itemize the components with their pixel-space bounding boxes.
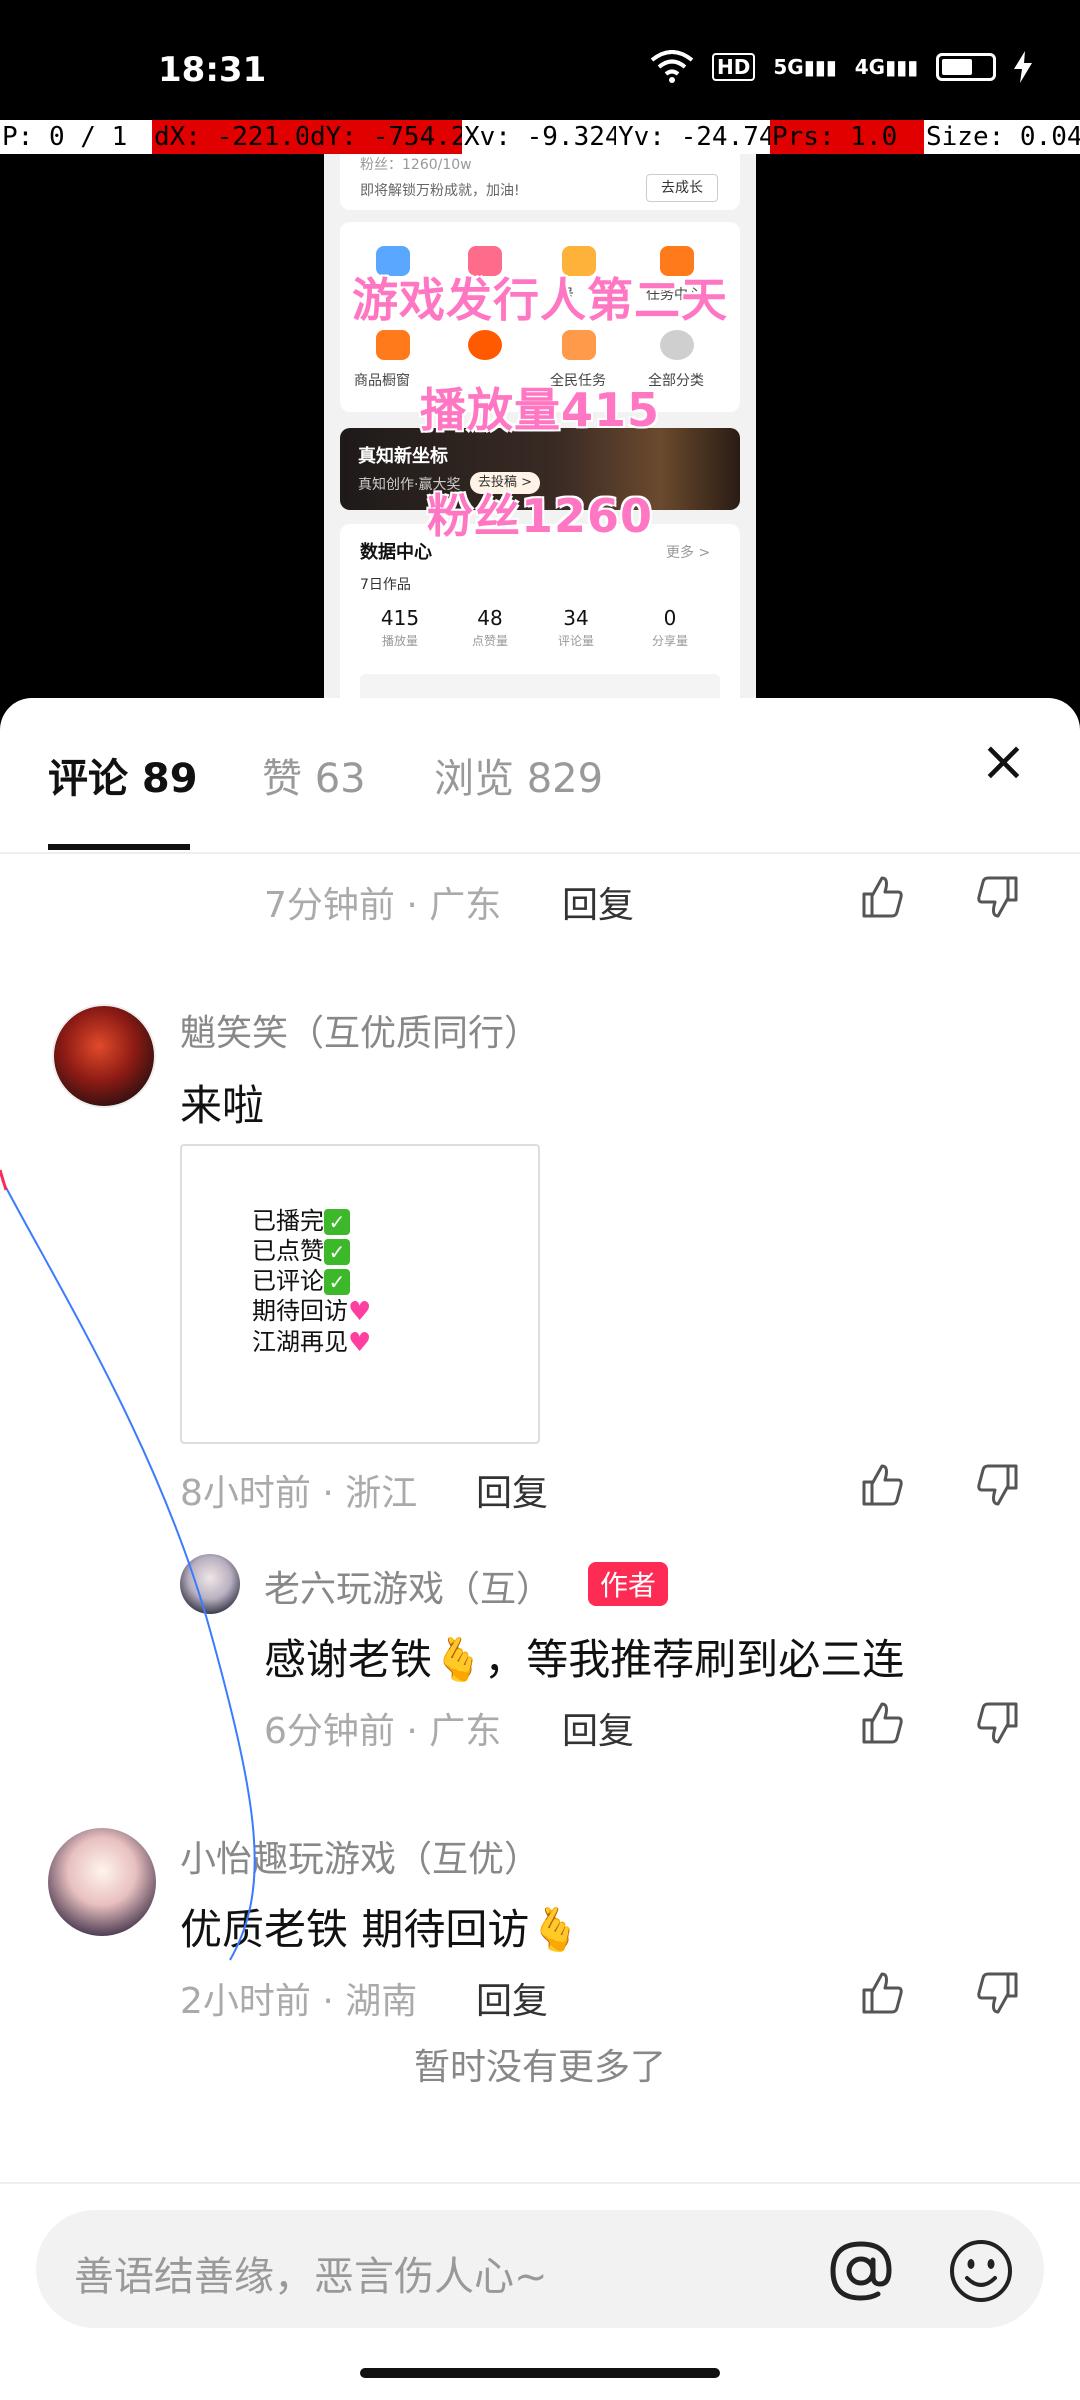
hd-label: HD [712, 53, 756, 81]
fans-line: 粉丝：1260/10w [360, 157, 472, 173]
overlay-line-3: 粉丝1260 [426, 489, 654, 543]
comment-meta: 6分钟前 · 广东 [264, 1711, 502, 1752]
reply-button[interactable]: 回复 [562, 1702, 634, 1754]
4g-label: 4G [854, 55, 886, 79]
stat-label-comments: 评论量 [557, 634, 594, 648]
debug-pressure: Prs: 1.0 [770, 120, 924, 154]
debug-size: Size: 0.04 [924, 120, 1080, 154]
emoji-icon[interactable] [948, 2238, 1014, 2304]
fans-progress-card: 粉丝：1260/10w 即将解锁万粉成就，加油! 去成长 [340, 154, 740, 210]
heart-icon: ♥ [348, 1328, 372, 1358]
reply-button[interactable]: 回复 [562, 876, 634, 928]
all-categories-icon [660, 330, 694, 360]
data-center-placeholder [360, 674, 720, 700]
works-label: 7日作品 [360, 577, 411, 593]
home-indicator[interactable] [360, 2368, 720, 2378]
author-badge: 作者 [588, 1562, 669, 1606]
thumbs-down-icon[interactable] [976, 1700, 1022, 1746]
avatar[interactable] [52, 1004, 156, 1108]
close-icon[interactable]: × [980, 734, 1027, 790]
debug-yv: Yv: -24.745 [616, 120, 770, 154]
overlay-line-2: 播放量415 [419, 383, 661, 437]
input-divider [0, 2182, 1080, 2184]
stat-value-likes: 48 [477, 606, 503, 630]
thumbs-up-icon[interactable] [858, 1700, 904, 1746]
check-icon: ✓ [324, 1269, 350, 1295]
dou-icon [468, 330, 502, 360]
wifi-icon [650, 50, 694, 83]
stat-value-comments: 34 [563, 606, 589, 630]
check-icon: ✓ [324, 1239, 350, 1265]
shop-window-icon [376, 330, 410, 360]
no-more-label: 暂时没有更多了 [413, 2047, 666, 2088]
charging-icon [1014, 51, 1033, 83]
thumbs-down-icon[interactable] [976, 1970, 1022, 2016]
stat-value-plays: 415 [380, 606, 420, 630]
comment-input[interactable]: 善语结善缘，恶言伤人心~ [36, 2210, 1044, 2328]
stat-label-plays: 播放量 [381, 634, 418, 648]
commenter-name[interactable]: 老六玩游戏（互） [264, 1560, 552, 1612]
comment-text: 来啦 [180, 1081, 265, 1130]
debug-pointer: P: 0 / 1 [0, 120, 152, 154]
data-center-card: 数据中心 更多 > 7日作品 415 播放量 48 点赞量 34 评论量 0 分… [340, 524, 740, 700]
thumbs-down-icon[interactable] [976, 874, 1022, 920]
4g-signal-icon: 4G▮▮▮ [854, 55, 919, 79]
thumbs-up-icon[interactable] [858, 1462, 904, 1508]
status-bar: 18:31 HD 5G▮▮▮ 4G▮▮▮ [0, 0, 1080, 120]
comment-input-placeholder: 善语结善缘，恶言伤人心~ [74, 2254, 548, 2300]
debug-xv: Xv: -9.324 [462, 120, 616, 154]
pointer-debug-bar: P: 0 / 1 dX: -221.0 dY: -754.2 Xv: -9.32… [0, 120, 1080, 154]
commenter-name[interactable]: 魈笑笑（互优质同行） [180, 1004, 540, 1056]
status-icons: HD 5G▮▮▮ 4G▮▮▮ [650, 50, 1033, 84]
stat-label-likes: 点赞量 [471, 634, 508, 648]
overlay-line-1: 游戏发行人第二天 [352, 273, 728, 327]
check-icon: ✓ [324, 1209, 350, 1235]
tab-comments[interactable]: 评论 89 [48, 746, 198, 804]
debug-dy: dY: -754.2 [308, 120, 462, 154]
reply-button[interactable]: 回复 [476, 1464, 548, 1516]
battery-icon [936, 53, 997, 81]
thumbs-up-icon[interactable] [858, 1970, 904, 2016]
banner-title: 真知新坐标 [358, 446, 448, 467]
all-tasks-icon [562, 330, 596, 360]
tab-views[interactable]: 浏览 829 [434, 746, 603, 804]
progress-hint: 即将解锁万粉成就，加油! [360, 183, 520, 199]
heart-icon: ♥ [348, 1297, 372, 1327]
video-preview[interactable]: 粉丝：1260/10w 即将解锁万粉成就，加油! 去成长 号 任务中心 商品橱窗… [324, 154, 756, 700]
grow-button[interactable]: 去成长 [646, 174, 718, 202]
thumbs-down-icon[interactable] [976, 1462, 1022, 1508]
debug-dx: dX: -221.0 [152, 120, 308, 154]
comment-meta: 7分钟前 · 广东 [264, 885, 502, 926]
status-time: 18:31 [158, 50, 267, 90]
stat-label-shares: 分享量 [651, 634, 688, 648]
tabs-divider [0, 852, 1080, 854]
comment-text: 感谢老铁🫰，等我推荐刷到必三连 [264, 1635, 905, 1684]
5g-signal-icon: 5G▮▮▮ [773, 55, 837, 79]
active-tab-indicator [48, 844, 190, 850]
stat-value-shares: 0 [663, 606, 677, 630]
touch-trace [0, 1169, 256, 1961]
mention-icon[interactable] [826, 2236, 896, 2306]
thumbs-up-icon[interactable] [858, 874, 904, 920]
tab-likes[interactable]: 赞 63 [262, 746, 366, 804]
5g-label: 5G [773, 55, 804, 79]
reply-button[interactable]: 回复 [476, 1972, 548, 2024]
